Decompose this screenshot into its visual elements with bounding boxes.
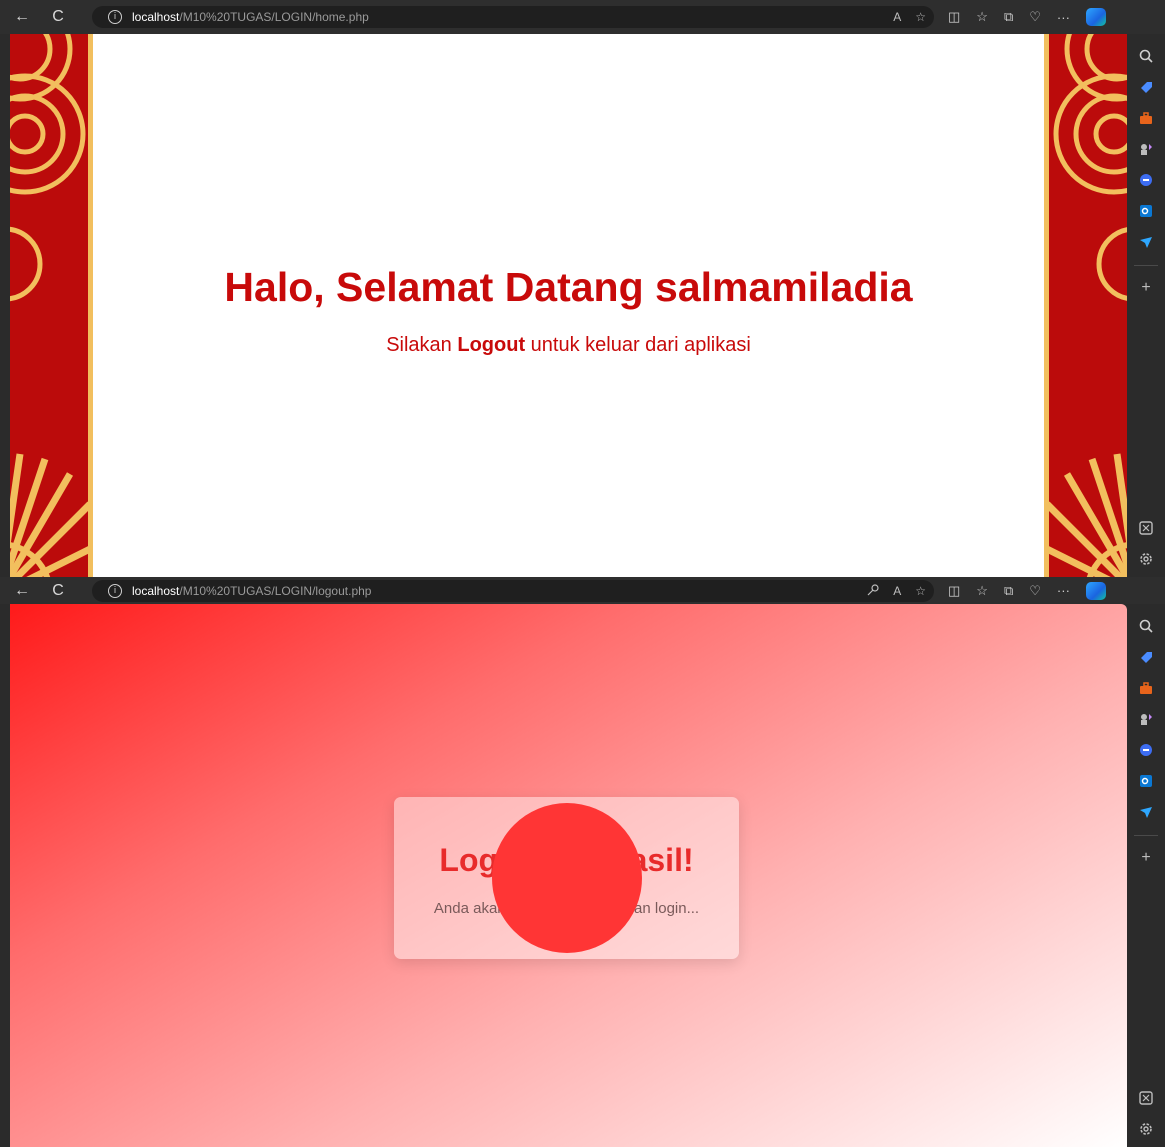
copilot-sidebar-icon[interactable]	[1137, 741, 1155, 759]
edge-sidebar: +	[1127, 34, 1165, 577]
read-aloud-icon[interactable]: A	[893, 10, 901, 24]
toolbox-icon[interactable]	[1137, 109, 1155, 127]
copilot-icon[interactable]	[1085, 581, 1106, 600]
info-icon[interactable]: i	[108, 584, 122, 598]
outlook-icon[interactable]	[1137, 202, 1155, 220]
screenshot-icon[interactable]	[1139, 1091, 1153, 1108]
home-screenshot: ← C i localhost/M10%20TUGAS/LOGIN/home.p…	[0, 0, 1165, 577]
add-icon[interactable]: +	[1137, 849, 1155, 867]
loading-spinner	[492, 803, 642, 953]
more-icon[interactable]: ···	[1057, 10, 1070, 25]
refresh-icon[interactable]: C	[44, 5, 72, 29]
settings-icon[interactable]	[1139, 1122, 1153, 1139]
address-bar[interactable]: i localhost/M10%20TUGAS/LOGIN/logout.php…	[92, 580, 934, 602]
browser-toolbar: ← C i localhost/M10%20TUGAS/LOGIN/home.p…	[0, 0, 1165, 34]
key-icon[interactable]	[867, 583, 879, 599]
split-screen-icon[interactable]: ◫	[948, 583, 960, 599]
url-host: localhost	[132, 10, 180, 24]
logout-link[interactable]: Logout	[457, 334, 525, 356]
welcome-heading: Halo, Selamat Datang salmamiladia	[224, 264, 913, 310]
send-icon[interactable]	[1137, 233, 1155, 251]
info-icon[interactable]: i	[108, 10, 122, 24]
shopping-tag-icon[interactable]	[1137, 78, 1155, 96]
sidebar-divider	[1134, 265, 1158, 266]
instruction-pre: Silakan	[386, 334, 458, 356]
address-bar-icons: A ☆	[893, 6, 926, 28]
search-icon[interactable]	[1137, 47, 1155, 65]
sidebar-divider	[1134, 835, 1158, 836]
instruction-post: untuk keluar dari aplikasi	[525, 334, 751, 356]
url-host: localhost	[132, 584, 180, 598]
page-content: Logout Berhasil! Anda akan dialihkan ke …	[10, 604, 1127, 1147]
copilot-icon[interactable]	[1085, 8, 1106, 26]
logout-instruction: Silakan Logout untuk keluar dari aplikas…	[10, 334, 1127, 357]
games-icon[interactable]	[1137, 140, 1155, 158]
favorite-icon[interactable]: ☆	[915, 10, 926, 24]
collections-icon[interactable]: ⧉	[1004, 9, 1013, 25]
browser-essentials-icon[interactable]: ♡	[1029, 583, 1041, 599]
address-bar[interactable]: i localhost/M10%20TUGAS/LOGIN/home.php A…	[92, 6, 934, 28]
games-icon[interactable]	[1137, 710, 1155, 728]
edge-sidebar: +	[1127, 604, 1165, 1147]
address-bar-icons: A ☆	[867, 580, 926, 602]
url-path: /M10%20TUGAS/LOGIN/home.php	[179, 10, 369, 24]
url-text[interactable]: localhost/M10%20TUGAS/LOGIN/home.php	[132, 10, 369, 24]
outlook-icon[interactable]	[1137, 772, 1155, 790]
screenshot-icon[interactable]	[1139, 521, 1153, 538]
browser-toolbar: ← C i localhost/M10%20TUGAS/LOGIN/logout…	[0, 577, 1165, 604]
sidebar-bottom	[1127, 521, 1165, 569]
url-text[interactable]: localhost/M10%20TUGAS/LOGIN/logout.php	[132, 584, 371, 598]
refresh-icon[interactable]: C	[44, 579, 72, 603]
collections-icon[interactable]: ⧉	[1004, 583, 1013, 599]
favorites-icon[interactable]: ☆	[976, 9, 988, 25]
back-icon[interactable]: ←	[8, 5, 36, 29]
toolbar-right-icons: ◫ ☆ ⧉ ♡ ···	[948, 577, 1106, 604]
shopping-tag-icon[interactable]	[1137, 648, 1155, 666]
url-path: /M10%20TUGAS/LOGIN/logout.php	[179, 584, 372, 598]
toolbar-right-icons: ◫ ☆ ⧉ ♡ ···	[948, 0, 1106, 34]
add-icon[interactable]: +	[1137, 279, 1155, 297]
browser-essentials-icon[interactable]: ♡	[1029, 9, 1041, 25]
logout-screenshot: ← C i localhost/M10%20TUGAS/LOGIN/logout…	[0, 577, 1165, 1147]
copilot-sidebar-icon[interactable]	[1137, 171, 1155, 189]
settings-icon[interactable]	[1139, 552, 1153, 569]
more-icon[interactable]: ···	[1057, 583, 1070, 598]
search-icon[interactable]	[1137, 617, 1155, 635]
back-icon[interactable]: ←	[8, 579, 36, 603]
split-screen-icon[interactable]: ◫	[948, 9, 960, 25]
page-content: Halo, Selamat Datang salmamiladia Silaka…	[10, 34, 1127, 577]
toolbox-icon[interactable]	[1137, 679, 1155, 697]
favorite-icon[interactable]: ☆	[915, 584, 926, 598]
favorites-icon[interactable]: ☆	[976, 583, 988, 599]
sidebar-bottom	[1127, 1091, 1165, 1139]
read-aloud-icon[interactable]: A	[893, 584, 901, 598]
send-icon[interactable]	[1137, 803, 1155, 821]
